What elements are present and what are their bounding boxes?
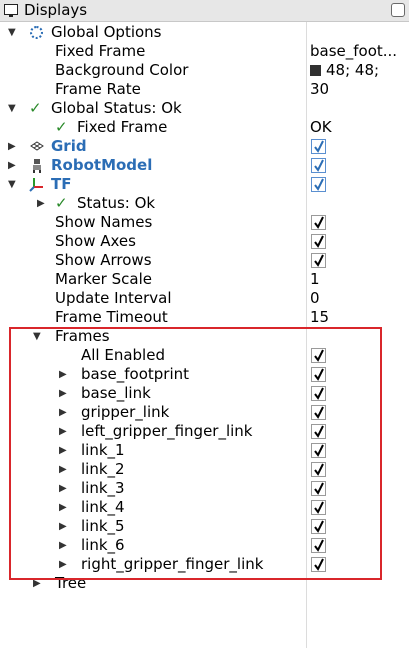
fixed-frame-value[interactable]: base_foot... [310,42,397,61]
monitor-icon [4,4,18,17]
property-update-interval[interactable]: Update Interval 0 [0,289,409,308]
property-show-arrows[interactable]: Show Arrows [0,251,409,270]
frames-highlight-box [9,327,382,580]
tf-status-label: Status: Ok [77,194,156,212]
tree-item-tf[interactable]: ▼ TF [0,175,409,194]
ok-check-icon: ✓ [55,194,68,212]
frame-rate-label: Frame Rate [55,80,141,98]
show-names-checkbox[interactable] [311,215,326,230]
close-button[interactable] [391,3,405,17]
grid-checkbox[interactable] [311,139,326,154]
tree-item-global-options[interactable]: ▼ Global Options [0,23,409,42]
tf-label: TF [51,175,72,193]
property-show-axes[interactable]: Show Axes [0,232,409,251]
property-background-color[interactable]: Background Color 48; 48; [0,61,409,80]
expand-right-icon[interactable]: ▶ [37,194,45,213]
grid-icon [30,141,44,151]
expand-right-icon[interactable]: ▶ [8,137,16,156]
show-arrows-label: Show Arrows [55,251,152,269]
tree-item-robot-model[interactable]: ▶ RobotModel [0,156,409,175]
show-axes-checkbox[interactable] [311,234,326,249]
tree-item-grid[interactable]: ▶ Grid [0,137,409,156]
expand-down-icon[interactable]: ▼ [8,23,16,42]
property-frame-timeout[interactable]: Frame Timeout 15 [0,308,409,327]
gear-icon [30,26,43,39]
tree-item-global-status[interactable]: ▼ ✓ Global Status: Ok [0,99,409,118]
property-show-names[interactable]: Show Names [0,213,409,232]
update-interval-label: Update Interval [55,289,172,307]
ok-check-icon: ✓ [29,99,42,117]
marker-scale-label: Marker Scale [55,270,152,288]
update-interval-value[interactable]: 0 [310,289,320,308]
property-marker-scale[interactable]: Marker Scale 1 [0,270,409,289]
property-frame-rate[interactable]: Frame Rate 30 [0,80,409,99]
global-options-label: Global Options [51,23,162,41]
show-axes-label: Show Axes [55,232,136,250]
tf-axes-icon [29,178,43,192]
panel-title: Displays [24,1,88,19]
panel-titlebar: Displays [0,0,409,22]
frame-timeout-label: Frame Timeout [55,308,168,326]
expand-down-icon[interactable]: ▼ [8,99,16,118]
show-arrows-checkbox[interactable] [311,253,326,268]
frame-rate-value[interactable]: 30 [310,80,329,99]
tf-checkbox[interactable] [311,177,326,192]
expand-right-icon[interactable]: ▶ [8,156,16,175]
show-names-label: Show Names [55,213,153,231]
marker-scale-value[interactable]: 1 [310,270,320,289]
status-fixed-frame-value: OK [310,118,332,136]
ok-check-icon: ✓ [55,118,68,136]
robot-icon [33,159,41,173]
robot-model-label: RobotModel [51,156,153,174]
expand-down-icon[interactable]: ▼ [8,175,16,194]
background-color-value[interactable]: 48; 48; [310,61,379,80]
color-swatch[interactable] [310,65,321,76]
background-color-text: 48; 48; [326,61,380,79]
frame-timeout-value[interactable]: 15 [310,308,329,327]
robot-model-checkbox[interactable] [311,158,326,173]
tf-status[interactable]: ▶ ✓ Status: Ok [0,194,409,213]
property-fixed-frame[interactable]: Fixed Frame base_foot... [0,42,409,61]
grid-label: Grid [51,137,87,155]
status-fixed-frame-label: Fixed Frame [77,118,168,136]
fixed-frame-label: Fixed Frame [55,42,146,60]
status-fixed-frame[interactable]: ✓ Fixed Frame OK [0,118,409,137]
global-status-label: Global Status: Ok [51,99,182,117]
background-color-label: Background Color [55,61,189,79]
